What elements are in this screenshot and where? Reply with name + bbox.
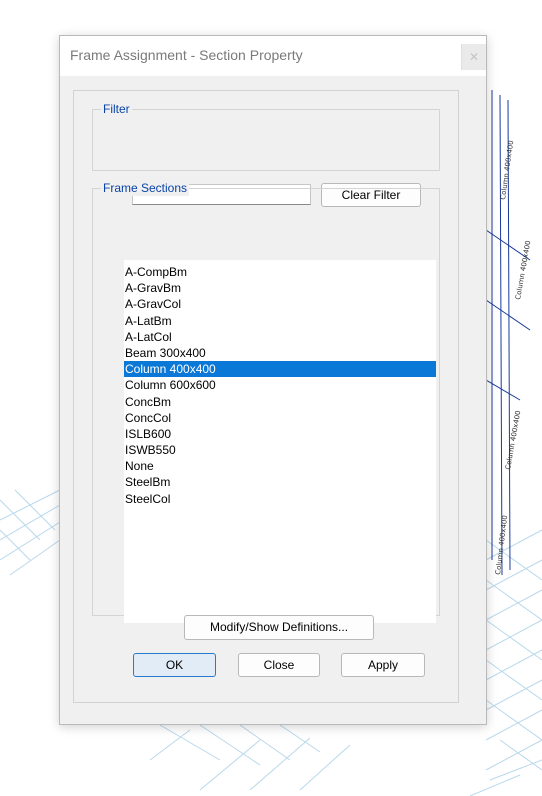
list-item[interactable]: ISWB550 — [124, 442, 436, 458]
list-item[interactable]: A-LatCol — [124, 329, 436, 345]
list-item[interactable]: A-CompBm — [124, 264, 436, 280]
ok-button[interactable]: OK — [133, 653, 216, 677]
close-icon: ✕ — [468, 50, 480, 64]
list-item[interactable]: Column 600x600 — [124, 377, 436, 393]
frame-label: Column 400x400 — [499, 140, 515, 200]
list-item[interactable]: None — [124, 458, 436, 474]
frame-label: Column 400x400 — [504, 410, 522, 470]
filter-group-label: Filter — [101, 101, 132, 117]
filter-group: Filter — [92, 101, 440, 171]
frame-assignment-dialog: Frame Assignment - Section Property ✕ Fi… — [59, 35, 487, 725]
modify-show-definitions-button[interactable]: Modify/Show Definitions... — [184, 615, 374, 640]
frame-label: Column 400x400 — [494, 515, 509, 575]
frame-sections-group-label: Frame Sections — [101, 180, 190, 196]
list-item[interactable]: ConcBm — [124, 394, 436, 410]
dialog-title: Frame Assignment - Section Property — [70, 47, 303, 63]
frame-sections-list[interactable]: A-CompBm A-GravBm A-GravCol A-LatBm A-LatCol… — [124, 260, 436, 623]
list-item[interactable]: ISLB600 — [124, 426, 436, 442]
list-item[interactable]: SteelCol — [124, 491, 436, 507]
frame-labels: Column 400x400 Column 400x400 Column 400… — [494, 140, 532, 575]
close-button[interactable]: Close — [238, 653, 320, 677]
list-item[interactable]: Beam 300x400 — [124, 345, 436, 361]
frame-label: Column 400x400 — [514, 240, 532, 300]
apply-button[interactable]: Apply — [341, 653, 425, 677]
list-item[interactable]: A-GravBm — [124, 280, 436, 296]
title-bar[interactable]: Frame Assignment - Section Property ✕ — [60, 36, 486, 76]
list-item[interactable]: A-GravCol — [124, 296, 436, 312]
list-item[interactable]: ConcCol — [124, 410, 436, 426]
content-panel: Filter Clear Filter Frame Sections A-Com… — [73, 90, 459, 703]
close-window-button[interactable]: ✕ — [461, 44, 486, 70]
list-item[interactable]: A-LatBm — [124, 313, 436, 329]
list-item[interactable]: Column 400x400 — [124, 361, 436, 378]
list-item[interactable]: SteelBm — [124, 474, 436, 490]
